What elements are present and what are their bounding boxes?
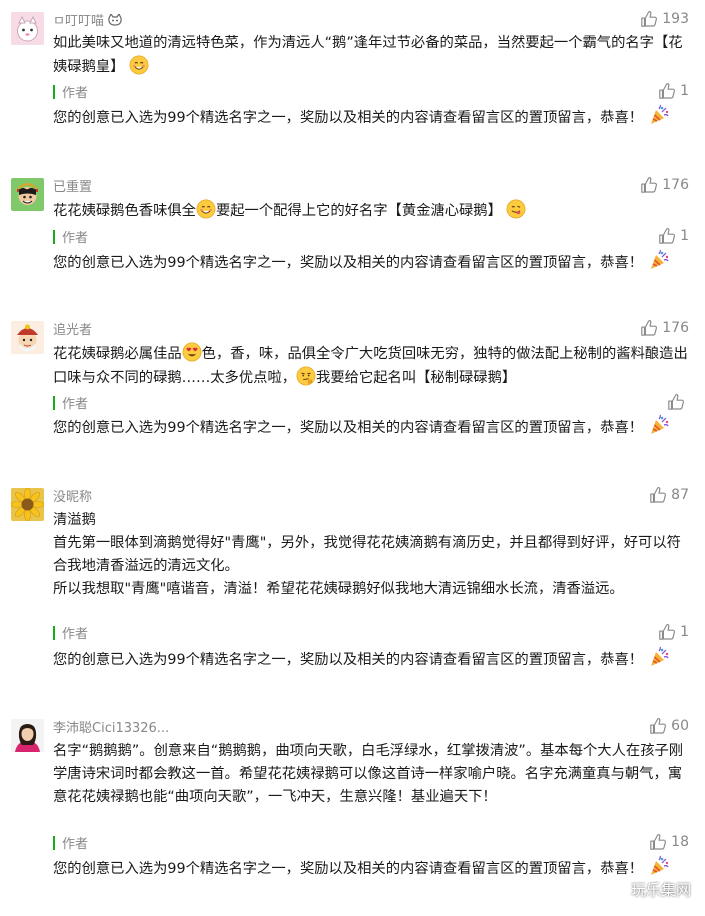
site-watermark: 玩乐集网 [630,881,691,899]
avatar-photo-icon [11,719,44,752]
comment-username[interactable]: ㅁ叮叮喵 [53,10,122,29]
reply-text-content: 您的创意已入选为99个精选名字之一，奖励以及相关的内容请查看留言区的置顶留言，恭… [53,255,644,271]
avatar[interactable] [11,178,44,211]
cat-face-icon [108,12,122,26]
party-popper-emoji-icon [648,249,670,271]
reply-like-count: 1 [680,228,689,244]
avatar-cartoon-icon [11,178,44,211]
smiling-face-emoji-icon [129,55,149,75]
comment-text: 清溢鹅 首先第一眼体到滴鹅觉得好"青鹰"，另外，我觉得花花姨滴鹅有滴历史，并且都… [53,509,688,601]
comment-username[interactable]: 李沛聪Cici13326... [53,717,169,736]
reply-like-count: 1 [680,624,689,640]
heart-eyes-emoji-icon [182,342,202,362]
thumbs-up-icon [649,717,667,735]
thumbs-up-icon [658,82,676,100]
like-button[interactable]: 176 [640,176,689,194]
comment-text: 花花姨碌鹅色香味俱全 要起一个配得上它的好名字【黄金溏心碌鹅】 [53,199,688,223]
comment-text-part: 要起一个配得上它的好名字【黄金溏心碌鹅】 [215,203,502,219]
avatar-sunflower-icon [11,488,44,521]
avatar[interactable] [11,719,44,752]
party-popper-emoji-icon [648,855,670,877]
comment-text: 名字“鹅鹅鹅”。创意来自“鹅鹅鹅，曲项向天歌，白毛浮绿水，红掌拨清波”。基本每个… [53,740,688,809]
like-button[interactable]: 60 [649,717,689,735]
party-popper-emoji-icon [648,414,670,436]
thumbs-up-icon [640,319,658,337]
reply-author: 作者 [62,627,89,642]
reply-like-button[interactable]: 18 [649,833,689,851]
smiling-face-emoji-icon [196,199,216,219]
reply-indicator-bar [53,230,55,244]
comment-text-part: 花花姨碌鹅必属佳品 [53,346,182,362]
like-count: 87 [671,487,689,503]
comment-username[interactable]: 追光者 [53,319,92,338]
thumbs-up-icon [658,227,676,245]
reply-text-content: 您的创意已入选为99个精选名字之一，奖励以及相关的内容请查看留言区的置顶留言，恭… [53,420,644,436]
reply-text: 您的创意已入选为99个精选名字之一，奖励以及相关的内容请查看留言区的置顶留言，恭… [53,646,688,672]
reply-indicator-bar [53,836,55,850]
like-count: 176 [662,177,689,193]
avatar-cartoon-icon [11,12,44,45]
thumbs-up-icon [640,10,658,28]
like-count: 176 [662,320,689,336]
like-button[interactable]: 176 [640,319,689,337]
savoring-food-emoji-icon [506,199,526,219]
avatar[interactable] [11,488,44,521]
reply-text-content: 您的创意已入选为99个精选名字之一，奖励以及相关的内容请查看留言区的置顶留言，恭… [53,861,644,877]
comment-text-line: 清溢鹅 [53,512,96,528]
reply-text: 您的创意已入选为99个精选名字之一，奖励以及相关的内容请查看留言区的置顶留言，恭… [53,414,688,440]
comment-username[interactable]: 没昵称 [53,486,92,505]
reply-like-count: 1 [680,83,689,99]
reply-like-button[interactable]: 1 [658,82,689,100]
comment-text-line: 首先第一眼体到滴鹅觉得好"青鹰"，另外，我觉得花花姨滴鹅有滴历史，并且都得到好评… [53,535,681,574]
username-text: ㅁ叮叮喵 [53,14,104,29]
reply-like-button[interactable]: 1 [658,623,689,641]
reply-indicator-bar [53,626,55,640]
reply-author: 作者 [62,837,89,852]
thumbs-up-icon [640,176,658,194]
thumbs-up-icon [658,623,676,641]
comment-text: 花花姨碌鹅必属佳品 色，香，味，品俱全令广大吃货回味无穷，独特的做法配上秘制的酱料… [53,342,688,390]
reply-like-button[interactable] [667,393,689,411]
reply-indicator-bar [53,85,55,99]
like-count: 60 [671,718,689,734]
reply-like-button[interactable]: 1 [658,227,689,245]
like-count: 193 [662,11,689,27]
reply-text-content: 您的创意已入选为99个精选名字之一，奖励以及相关的内容请查看留言区的置顶留言，恭… [53,110,644,126]
avatar[interactable] [11,321,44,354]
thumbs-up-icon [649,486,667,504]
thinking-face-emoji-icon [296,366,316,386]
comment-username[interactable]: 已重置 [53,176,92,195]
reply-author: 作者 [62,86,89,101]
reply-author: 作者 [62,397,89,412]
avatar-cartoon-icon [11,321,44,354]
comment-text-line: 所以我想取"青鹰"嘻谐音，清溢！希望花花姨碌鹅好似我地大清远锦细水长流，清香溢远… [53,581,624,597]
thumbs-up-icon [667,393,685,411]
party-popper-emoji-icon [648,104,670,126]
like-button[interactable]: 193 [640,10,689,28]
reply-like-count: 18 [671,834,689,850]
reply-text-content: 您的创意已入选为99个精选名字之一，奖励以及相关的内容请查看留言区的置顶留言，恭… [53,652,644,668]
reply-text: 您的创意已入选为99个精选名字之一，奖励以及相关的内容请查看留言区的置顶留言，恭… [53,249,688,275]
comment-text: 如此美味又地道的清远特色菜，作为清远人“鹅”逢年过节必备的菜品，当然要起一个霸气… [53,32,688,79]
thumbs-up-icon [649,833,667,851]
reply-text: 您的创意已入选为99个精选名字之一，奖励以及相关的内容请查看留言区的置顶留言，恭… [53,855,688,881]
comment-text-part: 花花姨碌鹅色香味俱全 [53,203,196,219]
reply-author: 作者 [62,231,89,246]
reply-indicator-bar [53,396,55,410]
like-button[interactable]: 87 [649,486,689,504]
comment-text-part: 我要给它起名叫【秘制碌碌鹅】 [316,370,517,386]
reply-text: 您的创意已入选为99个精选名字之一，奖励以及相关的内容请查看留言区的置顶留言，恭… [53,104,688,130]
avatar[interactable] [11,12,44,45]
party-popper-emoji-icon [648,646,670,668]
comment-text-content: 名字“鹅鹅鹅”。创意来自“鹅鹅鹅，曲项向天歌，白毛浮绿水，红掌拨清波”。基本每个… [53,743,684,805]
